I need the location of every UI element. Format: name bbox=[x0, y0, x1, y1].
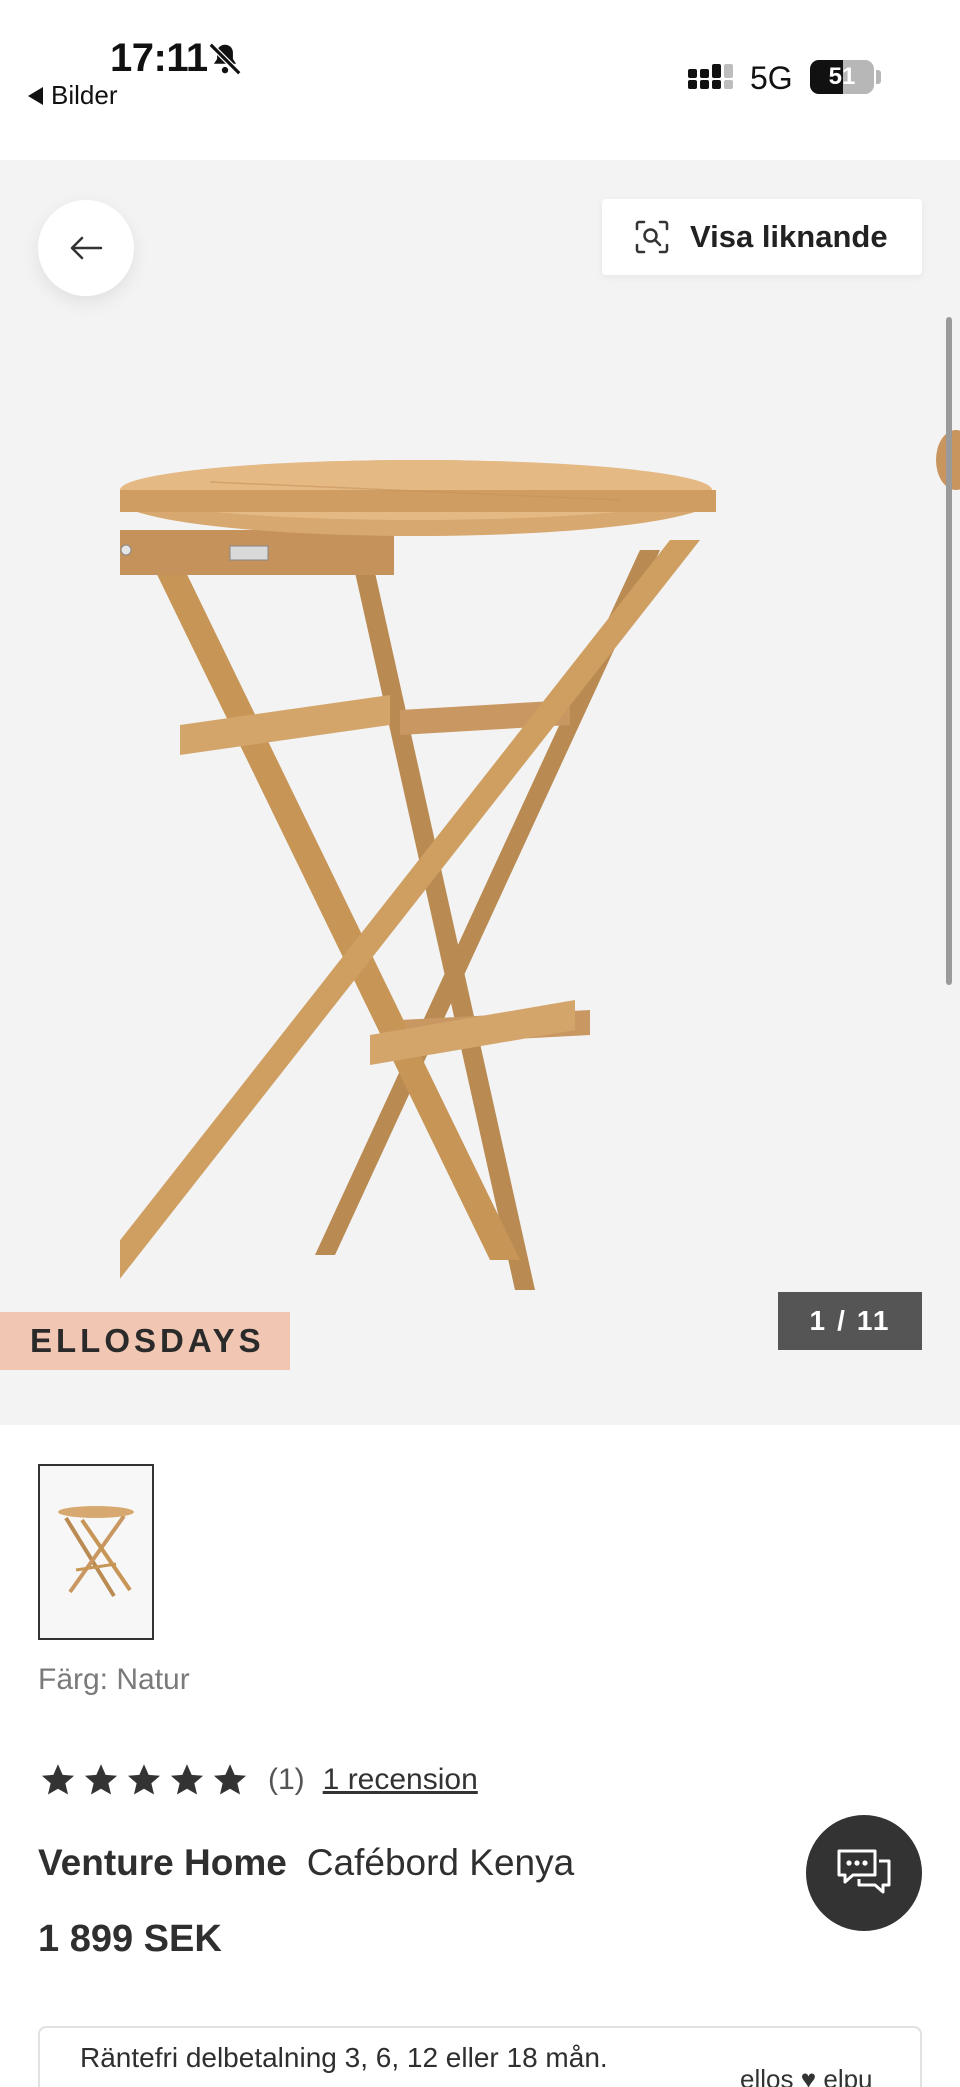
thumbnail-selected[interactable] bbox=[38, 1464, 154, 1640]
visual-search-icon bbox=[635, 220, 669, 254]
payment-logo: ellos ♥ elpu bbox=[740, 2064, 873, 2087]
battery-indicator: 51 bbox=[810, 60, 874, 94]
status-bar: 17:11 Bilder 5G 51 bbox=[0, 0, 960, 160]
back-triangle-icon bbox=[28, 86, 43, 105]
show-similar-label: Visa liknande bbox=[690, 219, 888, 254]
arrow-left-icon bbox=[70, 236, 103, 260]
product-name: Cafébord Kenya bbox=[306, 1842, 575, 1883]
clock: 17:11 bbox=[110, 36, 208, 80]
thumbnail-image bbox=[58, 1506, 134, 1598]
network-type: 5G bbox=[750, 60, 793, 96]
payment-info-box[interactable]: Räntefri delbetalning 3, 6, 12 eller 18 … bbox=[38, 2026, 922, 2087]
campaign-badge: ELLOSDAYS bbox=[0, 1312, 290, 1370]
show-similar-button[interactable]: Visa liknande bbox=[602, 199, 922, 275]
product-price: 1 899 SEK bbox=[38, 1918, 222, 1960]
battery-tip bbox=[876, 70, 881, 84]
gallery-scrollbar[interactable] bbox=[946, 317, 952, 985]
payment-text: Räntefri delbetalning 3, 6, 12 eller 18 … bbox=[80, 2042, 608, 2073]
back-button[interactable] bbox=[38, 200, 134, 296]
image-counter-total: 11 bbox=[856, 1305, 891, 1336]
star-icon bbox=[170, 1764, 204, 1795]
product-gallery[interactable]: Visa liknande ELLOSDAYS 1 / 11 bbox=[0, 160, 960, 1425]
star-icon bbox=[213, 1764, 247, 1795]
back-app-label: Bilder bbox=[51, 80, 118, 110]
product-image[interactable] bbox=[120, 440, 730, 1300]
battery-level: 51 bbox=[828, 63, 856, 90]
image-counter-current: 1 bbox=[809, 1305, 828, 1336]
product-brand: Venture Home bbox=[38, 1842, 287, 1883]
image-counter-separator: / bbox=[837, 1305, 847, 1336]
star-rating bbox=[40, 1762, 248, 1798]
chat-bubbles-icon bbox=[837, 1849, 891, 1894]
reviews-link[interactable]: 1 recension bbox=[323, 1763, 478, 1797]
rating-row[interactable]: (1) 1 recension bbox=[40, 1762, 478, 1798]
product-title: Venture Home Cafébord Kenya bbox=[38, 1842, 574, 1884]
image-counter: 1 / 11 bbox=[778, 1292, 922, 1350]
star-icon bbox=[84, 1764, 118, 1795]
color-label: Färg: Natur bbox=[38, 1663, 190, 1696]
bell-slash-icon bbox=[208, 42, 242, 76]
review-count: (1) bbox=[268, 1763, 305, 1796]
cellular-signal-icon bbox=[688, 64, 733, 89]
back-to-app[interactable]: Bilder bbox=[28, 80, 117, 111]
star-icon bbox=[127, 1764, 161, 1795]
chat-button[interactable] bbox=[806, 1815, 922, 1931]
star-icon bbox=[41, 1764, 75, 1795]
